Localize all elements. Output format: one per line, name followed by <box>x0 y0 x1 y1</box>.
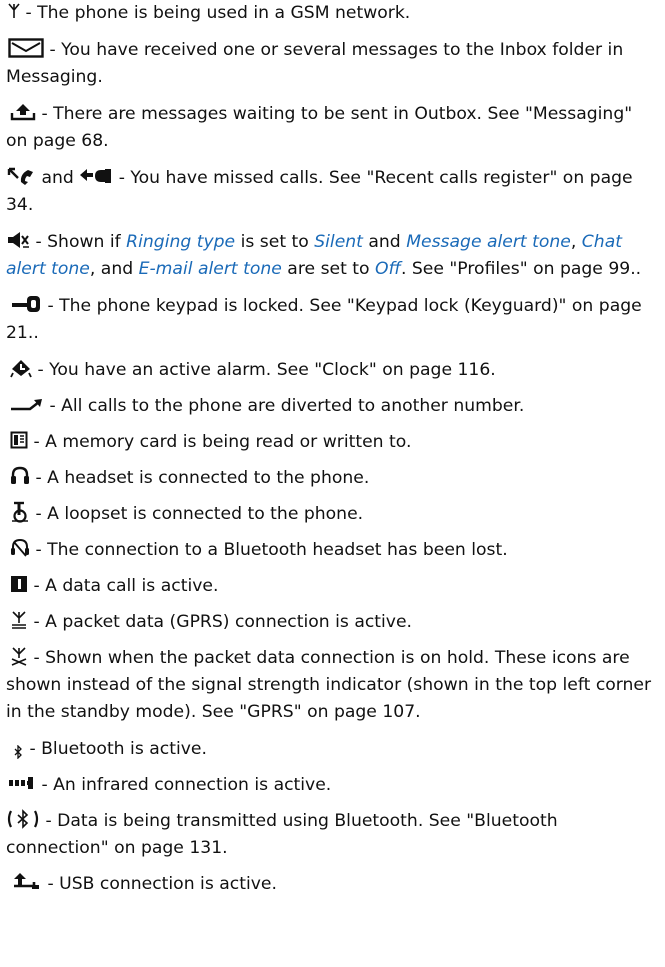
envelope-icon <box>8 38 44 58</box>
legend-dash: - <box>28 648 46 668</box>
legend-item-alarm: - You have an active alarm. See "Clock" … <box>6 357 657 384</box>
legend-item-usb: - USB connection is active. <box>6 871 657 898</box>
infrared-icon <box>8 775 36 791</box>
legend-dash: - <box>36 775 54 795</box>
legend-item-keypad-lock: - The phone keypad is locked. See "Keypa… <box>6 293 657 347</box>
bluetooth-icon <box>12 745 24 759</box>
legend-item-infrared: - An infrared connection is active. <box>6 772 657 799</box>
legend-item-bluetooth: - Bluetooth is active. <box>6 736 657 763</box>
legend-text: The connection to a Bluetooth headset ha… <box>47 540 508 560</box>
document-body: - The phone is being used in a GSM netwo… <box>0 0 665 898</box>
legend-text: A packet data (GPRS) connection is activ… <box>45 612 413 632</box>
legend-text: and <box>362 232 407 252</box>
legend-text: A loopset is connected to the phone. <box>47 504 364 524</box>
legend-text: A memory card is being read or written t… <box>45 432 412 452</box>
legend-text: . See "Profiles" on page 99.. <box>400 259 642 279</box>
legend-item-bt-headset-lost: - The connection to a Bluetooth headset … <box>6 537 657 564</box>
legend-dash: - <box>113 168 131 188</box>
legend-dash: - <box>30 232 48 252</box>
legend-dash: - <box>30 468 48 488</box>
gprs-hold-icon <box>10 646 28 666</box>
setting-value-silent: Silent <box>314 232 363 252</box>
missed-call-alt-icon <box>79 167 113 185</box>
antenna-icon <box>8 3 20 19</box>
legend-text: There are messages waiting to be sent in… <box>6 104 633 151</box>
legend-item-gprs-hold: - Shown when the packet data connection … <box>6 645 657 726</box>
legend-text: A data call is active. <box>45 576 219 596</box>
legend-item-bluetooth-transmit: - Data is being transmitted using Blueto… <box>6 808 657 862</box>
divert-icon <box>10 396 44 412</box>
legend-text: Shown if <box>47 232 127 252</box>
keylock-icon <box>12 295 42 313</box>
setting-value-off: Off <box>375 259 401 279</box>
silent-icon <box>6 230 30 250</box>
setting-ringing-type: Ringing type <box>126 232 236 252</box>
legend-text: You have an active alarm. See "Clock" on… <box>49 360 496 380</box>
legend-item-memory-card: - A memory card is being read or written… <box>6 429 657 456</box>
legend-dash: - <box>24 739 42 759</box>
legend-text: Data is being transmitted using Bluetoot… <box>6 811 558 858</box>
memory-card-icon <box>10 431 28 449</box>
legend-text: Shown when the packet data connection is… <box>6 648 652 722</box>
usb-icon <box>12 872 42 892</box>
bt-headset-lost-icon <box>10 538 30 558</box>
gprs-active-icon <box>10 610 28 630</box>
legend-dash: - <box>28 612 46 632</box>
legend-dash: - <box>28 432 46 452</box>
bluetooth-transmit-icon <box>6 809 40 829</box>
data-call-icon <box>10 575 28 593</box>
legend-text: , <box>570 232 582 252</box>
legend-dash: - <box>32 360 50 380</box>
legend-text: USB connection is active. <box>59 874 277 894</box>
legend-item-silent: - Shown if Ringing type is set to Silent… <box>6 229 657 283</box>
legend-item-divert: - All calls to the phone are diverted to… <box>6 393 657 420</box>
legend-dash: - <box>20 3 38 23</box>
loopset-icon <box>10 501 30 523</box>
legend-text: The phone keypad is locked. See "Keypad … <box>6 296 642 343</box>
legend-item-gsm: - The phone is being used in a GSM netwo… <box>6 0 657 27</box>
legend-text: All calls to the phone are diverted to a… <box>61 396 525 416</box>
legend-dash: - <box>42 874 60 894</box>
legend-text: are set to <box>281 259 376 279</box>
legend-item-outbox: - There are messages waiting to be sent … <box>6 101 657 155</box>
legend-text: An infrared connection is active. <box>53 775 332 795</box>
legend-dash: - <box>44 40 62 60</box>
legend-dash: - <box>42 296 60 316</box>
legend-text: You have received one or several message… <box>6 40 624 87</box>
legend-text: , and <box>89 259 139 279</box>
legend-dash: - <box>36 104 54 124</box>
legend-text: is set to <box>235 232 315 252</box>
legend-item-headset: - A headset is connected to the phone. <box>6 465 657 492</box>
legend-item-loopset: - A loopset is connected to the phone. <box>6 501 657 528</box>
legend-text: A headset is connected to the phone. <box>47 468 370 488</box>
setting-message-alert-tone: Message alert tone <box>406 232 571 252</box>
legend-item-gprs-active: - A packet data (GPRS) connection is act… <box>6 609 657 636</box>
legend-dash: - <box>44 396 62 416</box>
outbox-icon <box>10 103 36 121</box>
missed-call-icon <box>6 166 36 186</box>
legend-item-missed-calls: and - You have missed calls. See "Recent… <box>6 165 657 219</box>
headset-icon <box>10 466 30 486</box>
legend-text: The phone is being used in a GSM network… <box>37 3 411 23</box>
legend-dash: - <box>30 540 48 560</box>
setting-email-alert-tone: E-mail alert tone <box>138 259 282 279</box>
legend-and: and <box>36 168 80 188</box>
alarm-icon <box>10 358 32 378</box>
legend-item-inbox: - You have received one or several messa… <box>6 37 657 91</box>
legend-dash: - <box>40 811 58 831</box>
legend-dash: - <box>28 576 46 596</box>
legend-item-data-call: - A data call is active. <box>6 573 657 600</box>
legend-dash: - <box>30 504 48 524</box>
legend-text: Bluetooth is active. <box>41 739 207 759</box>
